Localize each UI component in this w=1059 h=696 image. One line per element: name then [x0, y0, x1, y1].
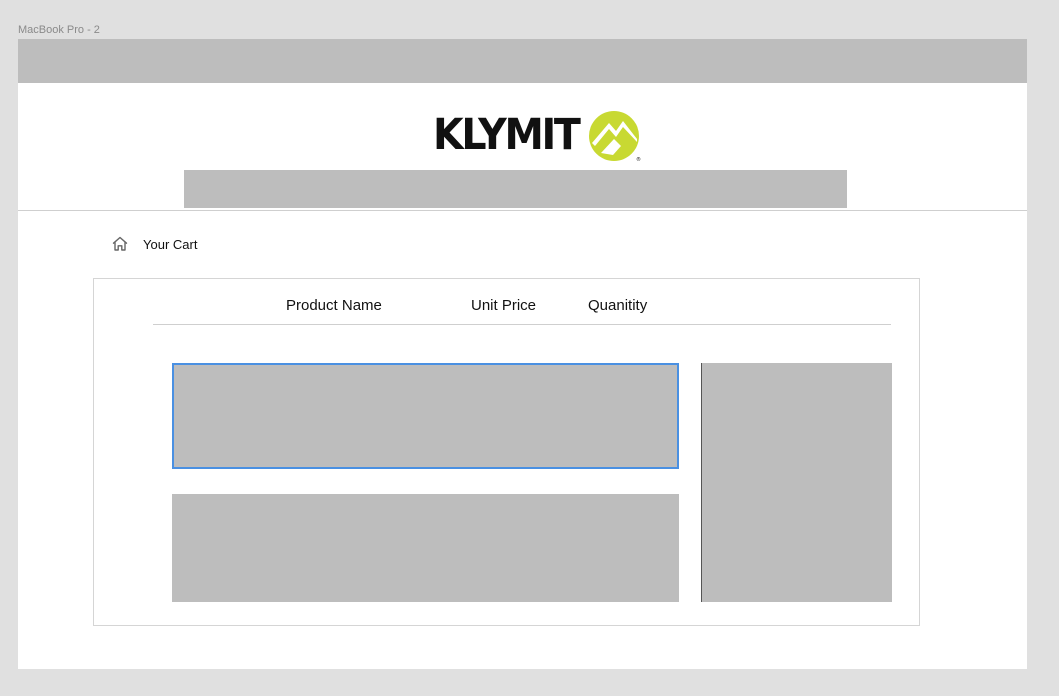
cart-item-placeholder[interactable]	[172, 494, 679, 602]
column-header-quantity: Quanitity	[588, 297, 648, 314]
header-divider	[18, 210, 1027, 211]
column-header-divider	[153, 324, 891, 325]
navigation-bar-placeholder[interactable]	[184, 170, 847, 208]
breadcrumb: Your Cart	[111, 234, 197, 254]
logo-wordmark: KLYMIT	[433, 109, 581, 160]
artboard: KLYMIT ® Your Cart Product Name Unit Pri…	[18, 39, 1027, 669]
cart-panel: Product Name Unit Price Quanitity	[93, 278, 920, 626]
svg-text:®: ®	[636, 156, 641, 163]
cart-item-placeholder-selected[interactable]	[172, 363, 679, 469]
column-header-unit-price: Unit Price	[471, 297, 537, 314]
top-bar-placeholder	[18, 39, 1027, 83]
brand-logo[interactable]: KLYMIT ®	[433, 109, 641, 163]
column-header-product-name: Product Name	[286, 297, 382, 314]
home-icon[interactable]	[111, 235, 129, 253]
frame-label: MacBook Pro - 2	[18, 24, 100, 36]
breadcrumb-current[interactable]: Your Cart	[143, 237, 197, 252]
order-summary-placeholder[interactable]	[701, 363, 892, 602]
klymit-mountain-logo-icon: ®	[589, 111, 641, 163]
